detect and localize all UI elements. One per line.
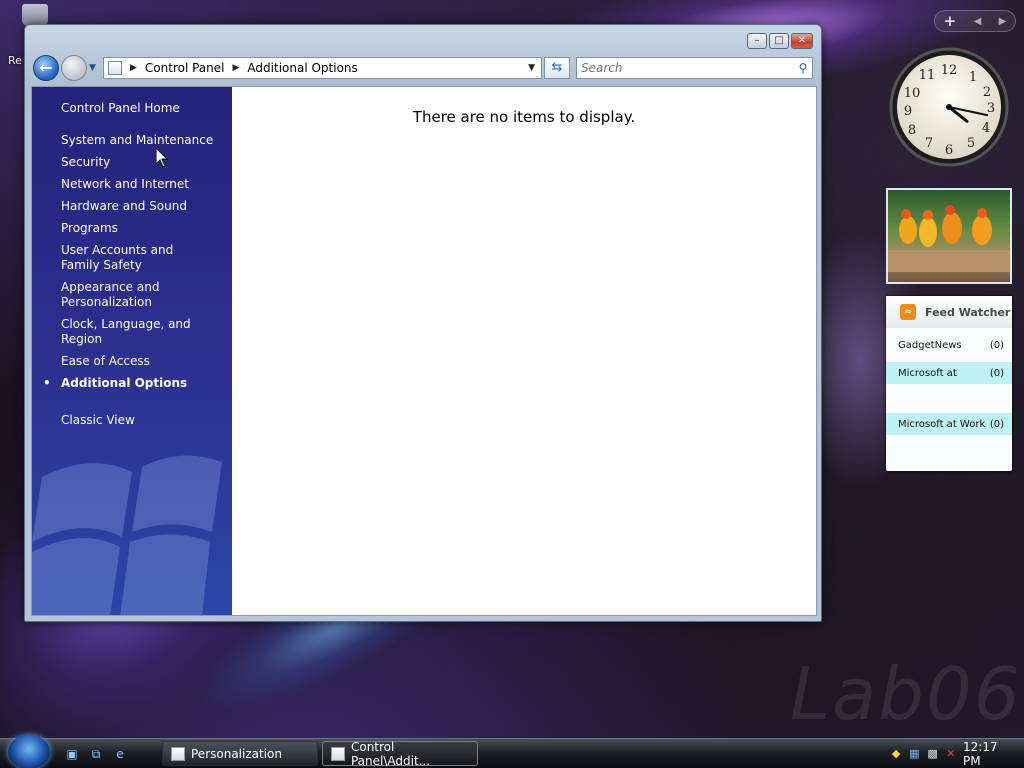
- maximize-button[interactable]: □: [769, 33, 789, 49]
- add-gadget-icon[interactable]: +: [944, 12, 957, 30]
- svg-text:7: 7: [925, 136, 933, 151]
- minimize-button[interactable]: –: [747, 33, 767, 49]
- breadcrumb-control-panel[interactable]: Control Panel: [145, 61, 225, 75]
- next-gadget-icon[interactable]: ▶: [999, 16, 1007, 27]
- sidebar-item-ease-of-access[interactable]: Ease of Access: [61, 354, 232, 369]
- category-list: Control Panel Home System and Maintenanc…: [32, 87, 232, 428]
- feed-row[interactable]: Microsoft at Work (0): [886, 413, 1012, 435]
- feed-watcher-header: ≈ Feed Watcher: [886, 296, 1012, 328]
- clock-time[interactable]: 12:17 PM: [963, 740, 1012, 768]
- close-button[interactable]: ✕: [791, 33, 813, 49]
- svg-text:12: 12: [941, 63, 958, 78]
- feed-name: Microsoft at: [898, 367, 957, 379]
- control-panel-icon: [331, 746, 345, 761]
- feed-count: (0): [989, 339, 1004, 351]
- switch-windows-icon[interactable]: ⧉: [88, 746, 104, 762]
- svg-text:11: 11: [919, 68, 936, 83]
- wallpaper-watermark: Lab06: [790, 652, 1022, 736]
- address-dropdown-icon[interactable]: ▼: [528, 63, 535, 73]
- windows-logo-watermark-icon: [32, 455, 222, 615]
- feed-count: (0): [989, 418, 1004, 430]
- search-icon[interactable]: ⚲: [794, 61, 812, 75]
- refresh-icon: ⇆: [551, 60, 563, 75]
- security-shield-icon[interactable]: ◆: [890, 747, 902, 761]
- back-arrow-icon: ←: [39, 58, 53, 77]
- window-controls: – □ ✕: [747, 33, 813, 49]
- sidebar-gadget-bar: + ◀ ▶: [934, 10, 1016, 32]
- svg-text:1: 1: [969, 70, 977, 85]
- back-button[interactable]: ←: [33, 55, 59, 81]
- taskbar-button-label: Personalization: [191, 746, 282, 761]
- feed-watcher-gadget: ≈ Feed Watcher GadgetNews (0) Microsoft …: [886, 296, 1012, 471]
- clock-gadget[interactable]: 12 12 345 678 91011: [888, 46, 1010, 168]
- sidebar-item-security[interactable]: Security: [61, 155, 232, 170]
- sidebar-item-appearance[interactable]: Appearance and Personalization: [61, 280, 181, 310]
- sidebar-item-clock-language-region[interactable]: Clock, Language, and Region: [61, 317, 232, 347]
- feed-name: GadgetNews: [898, 339, 962, 351]
- address-bar[interactable]: ▶ Control Panel ▶ Additional Options ▼: [103, 57, 542, 79]
- notification-area: ◆ ▦ ▩ ✕ 12:17 PM: [868, 739, 1024, 768]
- breadcrumb-separator-icon[interactable]: ▶: [130, 63, 137, 73]
- taskbar: ▣ ⧉ e Personalization Control Panel\Addi…: [0, 735, 1024, 768]
- recycle-bin-label: Re: [8, 54, 22, 67]
- feed-row[interactable]: Microsoft at (0): [886, 362, 1012, 384]
- sidebar-item-additional-options[interactable]: Additional Options: [43, 376, 232, 391]
- svg-text:9: 9: [904, 104, 912, 119]
- control-panel-icon: [108, 61, 122, 75]
- svg-text:3: 3: [987, 101, 995, 116]
- sidebar-item-user-accounts[interactable]: User Accounts and Family Safety: [61, 243, 211, 273]
- breadcrumb-additional-options[interactable]: Additional Options: [247, 61, 357, 75]
- previous-gadget-icon[interactable]: ◀: [974, 16, 982, 27]
- search-input[interactable]: [577, 61, 794, 75]
- forward-button[interactable]: [61, 55, 87, 81]
- network-icon[interactable]: ▩: [927, 747, 939, 761]
- recent-pages-chevron-icon[interactable]: ▼: [89, 63, 96, 73]
- refresh-button[interactable]: ⇆: [544, 57, 570, 79]
- windows-sidebar-icon[interactable]: ▦: [908, 747, 920, 761]
- volume-muted-icon[interactable]: ✕: [945, 747, 957, 761]
- control-panel-window: – □ ✕ ← ▼ ▶ Control Panel ▶ Additional O…: [24, 24, 822, 622]
- rss-icon: ≈: [900, 304, 916, 320]
- slideshow-gadget[interactable]: [886, 188, 1012, 284]
- svg-text:10: 10: [904, 86, 921, 101]
- sidebar-item-programs[interactable]: Programs: [61, 221, 232, 236]
- recycle-bin-icon: [22, 4, 48, 26]
- sidebar-item-network-and-internet[interactable]: Network and Internet: [61, 177, 232, 192]
- task-pane: Control Panel Home System and Maintenanc…: [32, 87, 232, 615]
- start-button[interactable]: [8, 735, 50, 768]
- svg-text:8: 8: [908, 123, 916, 138]
- svg-text:6: 6: [945, 143, 953, 158]
- show-desktop-icon[interactable]: ▣: [64, 746, 80, 762]
- feed-name: Microsoft at Work: [898, 418, 986, 430]
- taskbar-button-label: Control Panel\Addit...: [350, 739, 431, 768]
- empty-message: There are no items to display.: [412, 108, 636, 126]
- sidebar-item-system-and-maintenance[interactable]: System and Maintenance: [61, 133, 232, 148]
- svg-text:4: 4: [982, 121, 990, 136]
- feed-row[interactable]: GadgetNews (0): [886, 334, 1012, 356]
- svg-text:2: 2: [983, 85, 991, 100]
- control-panel-home-link[interactable]: Control Panel Home: [61, 101, 232, 116]
- taskbar-button-control-panel[interactable]: Control Panel\Addit...: [322, 739, 478, 768]
- svg-text:5: 5: [967, 136, 975, 151]
- personalization-icon: [171, 746, 185, 761]
- feed-spacer: [886, 384, 1012, 413]
- classic-view-link[interactable]: Classic View: [61, 413, 232, 428]
- breadcrumb-separator-icon[interactable]: ▶: [233, 63, 240, 73]
- content-area: Control Panel Home System and Maintenanc…: [31, 86, 817, 616]
- feed-count: (0): [989, 367, 1004, 379]
- taskbar-button-personalization[interactable]: Personalization: [162, 741, 318, 766]
- search-box[interactable]: ⚲: [576, 57, 813, 79]
- sidebar-item-hardware-and-sound[interactable]: Hardware and Sound: [61, 199, 232, 214]
- items-view[interactable]: There are no items to display.: [232, 87, 816, 615]
- internet-explorer-icon[interactable]: e: [112, 746, 128, 762]
- parrots-photo-icon: [888, 205, 1010, 272]
- feed-watcher-title: Feed Watcher: [925, 305, 1011, 319]
